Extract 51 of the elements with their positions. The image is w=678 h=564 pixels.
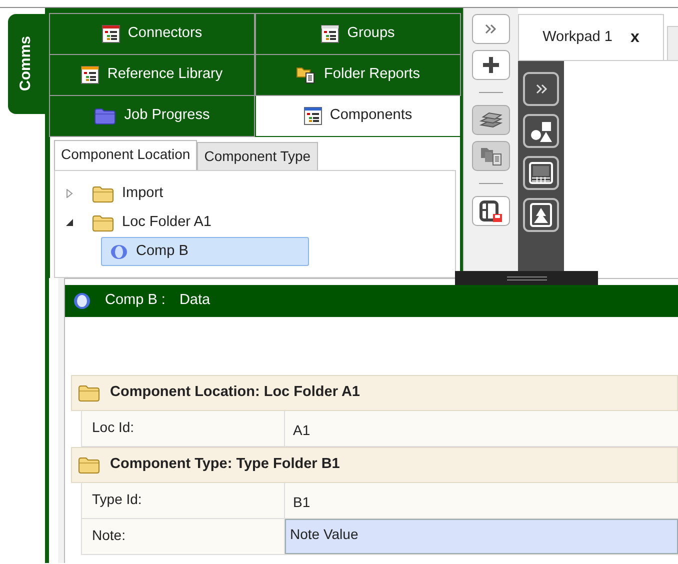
tab[interactable]: Job Progress [50, 96, 254, 136]
sphere-icon [73, 292, 91, 310]
workpad-tab[interactable]: Workpad 1 x [518, 14, 664, 60]
screen-button[interactable] [523, 156, 559, 190]
panel-title: Comp B : [105, 291, 166, 310]
folder-icon [94, 107, 116, 125]
save-icon [479, 200, 503, 222]
property-value[interactable]: B1 [285, 483, 678, 518]
add-icon [481, 55, 501, 75]
expand-button[interactable] [523, 72, 559, 106]
tab[interactable]: Reference Library [50, 55, 254, 95]
save-button[interactable] [472, 196, 510, 226]
folder-icon [78, 456, 100, 474]
folders-icon [479, 146, 503, 166]
close-button[interactable]: x [630, 26, 640, 50]
folder-icon [92, 214, 114, 232]
tree-item[interactable]: Import [83, 178, 172, 208]
list-icon [304, 107, 322, 125]
tab[interactable]: Groups [256, 14, 460, 54]
tab[interactable]: Connectors [50, 14, 254, 54]
tree-button[interactable] [523, 198, 559, 232]
list-icon [81, 66, 100, 84]
tree-icon [529, 202, 553, 228]
tab[interactable]: Component Type [197, 142, 318, 170]
folder-report-icon [296, 66, 316, 84]
expand-button[interactable] [472, 14, 510, 44]
comms-tab[interactable]: Comms [8, 14, 45, 114]
screen-icon [528, 161, 554, 185]
books-icon [478, 111, 504, 129]
tab[interactable]: Component Location [54, 140, 198, 170]
tab[interactable]: Folder Reports [256, 55, 460, 95]
tree-item[interactable]: Comp B [101, 236, 309, 266]
category-header[interactable]: Component Type: Type Folder B1 [71, 447, 678, 483]
property-label: Loc Id: [81, 411, 285, 446]
tab[interactable]: Components [256, 96, 460, 136]
property-value[interactable]: A1 [285, 411, 678, 446]
category-header[interactable]: Component Location: Loc Folder A1 [71, 375, 678, 411]
shapes-icon [529, 120, 553, 142]
component-icon [110, 244, 128, 260]
folder-icon [92, 184, 114, 202]
shapes-button[interactable] [523, 114, 559, 148]
property-label: Note: [81, 519, 285, 554]
tree-item[interactable]: Loc Folder A1 [83, 208, 220, 238]
property-value[interactable]: Note Value [285, 519, 678, 554]
panel-subtitle: Data [179, 291, 210, 310]
folder-icon [78, 384, 100, 402]
list-icon [102, 25, 120, 43]
splitter-handle[interactable] [455, 271, 598, 285]
add-button[interactable] [472, 50, 510, 80]
property-label: Type Id: [81, 483, 285, 518]
list-icon [321, 25, 340, 43]
